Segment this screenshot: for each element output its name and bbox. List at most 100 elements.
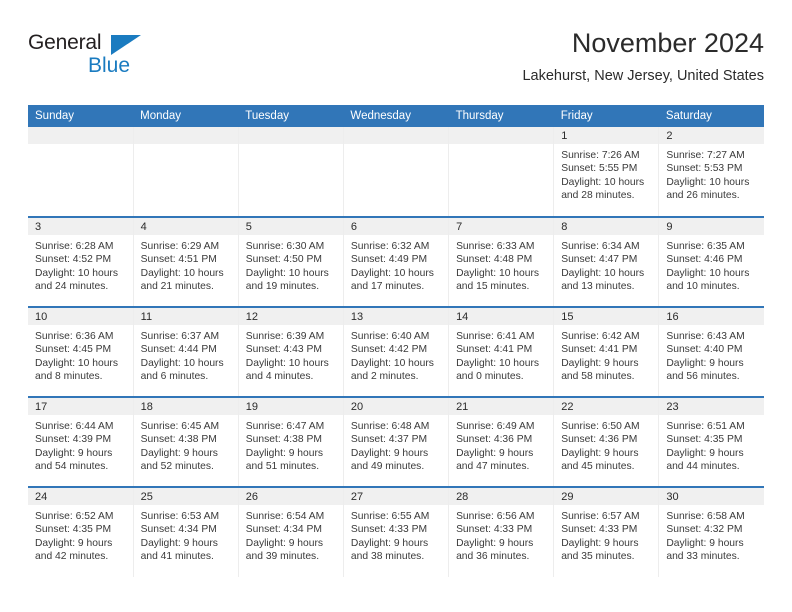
calendar-day-cell[interactable]: 20 Sunrise: 6:48 AM Sunset: 4:37 PM Dayligh… bbox=[342, 396, 449, 487]
daylight-text-line2: and 24 minutes. bbox=[35, 281, 109, 293]
day-details: Sunrise: 6:52 AM Sunset: 4:35 PM Daylight:… bbox=[28, 505, 133, 564]
daylight-text-line1: Daylight: 9 hours bbox=[561, 537, 639, 549]
sunrise-text: Sunrise: 6:39 AM bbox=[245, 331, 325, 342]
day-number: 13 bbox=[343, 308, 449, 325]
day-details: Sunrise: 6:51 AM Sunset: 4:35 PM Daylight:… bbox=[659, 415, 764, 474]
daylight-text-line2: and 21 minutes. bbox=[140, 281, 214, 293]
general-blue-logo[interactable]: General Blue bbox=[28, 32, 158, 86]
daylight-text-line1: Daylight: 10 hours bbox=[140, 357, 224, 369]
sunrise-text: Sunrise: 7:27 AM bbox=[666, 150, 745, 161]
sunset-text: Sunset: 4:41 PM bbox=[561, 344, 638, 356]
sunrise-text: Sunrise: 7:26 AM bbox=[561, 150, 640, 161]
calendar-day-cell-empty bbox=[237, 127, 344, 217]
sunrise-text: Sunrise: 6:52 AM bbox=[35, 511, 114, 522]
calendar-day-cell[interactable]: 27 Sunrise: 6:55 AM Sunset: 4:33 PM Dayligh… bbox=[342, 486, 449, 577]
day-number: 14 bbox=[449, 308, 554, 325]
sunrise-text: Sunrise: 6:51 AM bbox=[666, 421, 745, 432]
sunrise-text: Sunrise: 6:42 AM bbox=[561, 331, 640, 342]
calendar-day-cell[interactable]: 17 Sunrise: 6:44 AM Sunset: 4:39 PM Dayligh… bbox=[28, 396, 134, 487]
sunrise-text: Sunrise: 6:28 AM bbox=[35, 241, 114, 252]
daylight-text-line2: and 45 minutes. bbox=[561, 461, 635, 473]
calendar-day-cell[interactable]: 22 Sunrise: 6:50 AM Sunset: 4:36 PM Dayligh… bbox=[553, 396, 659, 487]
calendar-day-cell[interactable]: 18 Sunrise: 6:45 AM Sunset: 4:38 PM Dayligh… bbox=[132, 396, 239, 487]
sunset-text: Sunset: 4:33 PM bbox=[456, 524, 533, 536]
daylight-text-line2: and 8 minutes. bbox=[35, 371, 103, 383]
day-number: 3 bbox=[28, 218, 133, 235]
sunset-text: Sunset: 4:33 PM bbox=[561, 524, 638, 536]
calendar-day-cell[interactable]: 4 Sunrise: 6:29 AM Sunset: 4:51 PM Daylight… bbox=[132, 216, 239, 307]
daylight-text-line2: and 54 minutes. bbox=[35, 461, 109, 473]
calendar-day-cell[interactable]: 9 Sunrise: 6:35 AM Sunset: 4:46 PM Daylight… bbox=[658, 216, 764, 307]
sunset-text: Sunset: 4:36 PM bbox=[561, 434, 638, 446]
sunset-text: Sunset: 4:44 PM bbox=[140, 344, 217, 356]
calendar-day-cell[interactable]: 1 Sunrise: 7:26 AM Sunset: 5:55 PM Daylight… bbox=[553, 127, 659, 217]
day-number: 1 bbox=[554, 127, 659, 144]
daylight-text-line1: Daylight: 9 hours bbox=[561, 357, 639, 369]
calendar-day-cell[interactable]: 19 Sunrise: 6:47 AM Sunset: 4:38 PM Dayligh… bbox=[237, 396, 344, 487]
calendar-day-cell[interactable]: 7 Sunrise: 6:33 AM Sunset: 4:48 PM Daylight… bbox=[448, 216, 554, 307]
day-details: Sunrise: 6:50 AM Sunset: 4:36 PM Daylight:… bbox=[554, 415, 658, 474]
sunset-text: Sunset: 4:36 PM bbox=[456, 434, 533, 446]
calendar-day-cell[interactable]: 14 Sunrise: 6:41 AM Sunset: 4:41 PM Dayligh… bbox=[448, 306, 554, 397]
daylight-text-line1: Daylight: 10 hours bbox=[245, 267, 329, 279]
sunset-text: Sunset: 4:49 PM bbox=[350, 254, 428, 266]
sunset-text: Sunset: 4:38 PM bbox=[140, 434, 217, 446]
calendar-day-cell[interactable]: 29 Sunrise: 6:57 AM Sunset: 4:33 PM Dayligh… bbox=[553, 486, 659, 577]
sunrise-text: Sunrise: 6:32 AM bbox=[350, 241, 430, 252]
calendar-week-row: 24 Sunrise: 6:52 AM Sunset: 4:35 PM Dayligh… bbox=[28, 486, 764, 577]
calendar-day-cell[interactable]: 30 Sunrise: 6:58 AM Sunset: 4:32 PM Dayligh… bbox=[658, 486, 764, 577]
daylight-text-line1: Daylight: 9 hours bbox=[35, 447, 113, 459]
calendar-day-cell[interactable]: 23 Sunrise: 6:51 AM Sunset: 4:35 PM Dayligh… bbox=[658, 396, 764, 487]
daylight-text-line1: Daylight: 9 hours bbox=[666, 537, 744, 549]
daylight-text-line2: and 35 minutes. bbox=[561, 551, 635, 563]
calendar-day-cell[interactable]: 15 Sunrise: 6:42 AM Sunset: 4:41 PM Dayligh… bbox=[553, 306, 659, 397]
calendar-day-cell[interactable]: 3 Sunrise: 6:28 AM Sunset: 4:52 PM Daylight… bbox=[28, 216, 134, 307]
sunrise-text: Sunrise: 6:44 AM bbox=[35, 421, 114, 432]
day-number: 19 bbox=[238, 398, 343, 415]
calendar-day-cell[interactable]: 28 Sunrise: 6:56 AM Sunset: 4:33 PM Dayligh… bbox=[448, 486, 554, 577]
calendar-day-cell[interactable]: 10 Sunrise: 6:36 AM Sunset: 4:45 PM Dayligh… bbox=[28, 306, 134, 397]
day-number bbox=[238, 127, 343, 144]
calendar-day-cell[interactable]: 5 Sunrise: 6:30 AM Sunset: 4:50 PM Daylight… bbox=[237, 216, 344, 307]
calendar-day-cell[interactable]: 16 Sunrise: 6:43 AM Sunset: 4:40 PM Dayligh… bbox=[658, 306, 764, 397]
day-number: 18 bbox=[133, 398, 238, 415]
calendar-day-cell[interactable]: 12 Sunrise: 6:39 AM Sunset: 4:43 PM Dayligh… bbox=[237, 306, 344, 397]
calendar-day-cell[interactable]: 13 Sunrise: 6:40 AM Sunset: 4:42 PM Dayligh… bbox=[342, 306, 449, 397]
sunset-text: Sunset: 4:41 PM bbox=[456, 344, 533, 356]
daylight-text-line1: Daylight: 10 hours bbox=[456, 357, 540, 369]
calendar-day-cell[interactable]: 2 Sunrise: 7:27 AM Sunset: 5:53 PM Daylight… bbox=[658, 127, 764, 217]
sunrise-text: Sunrise: 6:30 AM bbox=[245, 241, 325, 252]
calendar-page: General Blue November 2024 Lakehurst, Ne… bbox=[0, 0, 792, 612]
calendar-day-cell[interactable]: 26 Sunrise: 6:54 AM Sunset: 4:34 PM Dayligh… bbox=[237, 486, 344, 577]
day-details: Sunrise: 6:29 AM Sunset: 4:51 PM Daylight:… bbox=[134, 235, 238, 294]
sunrise-text: Sunrise: 6:37 AM bbox=[140, 331, 220, 342]
calendar-day-cell[interactable]: 8 Sunrise: 6:34 AM Sunset: 4:47 PM Daylight… bbox=[553, 216, 659, 307]
daylight-text-line2: and 6 minutes. bbox=[140, 371, 209, 383]
calendar-day-cell[interactable]: 21 Sunrise: 6:49 AM Sunset: 4:36 PM Dayligh… bbox=[448, 396, 554, 487]
calendar-day-cell[interactable]: 6 Sunrise: 6:32 AM Sunset: 4:49 PM Daylight… bbox=[342, 216, 449, 307]
calendar-day-cell-empty bbox=[448, 127, 554, 217]
sunset-text: Sunset: 4:38 PM bbox=[245, 434, 322, 446]
daylight-text-line1: Daylight: 9 hours bbox=[350, 537, 429, 549]
calendar-day-cell[interactable]: 11 Sunrise: 6:37 AM Sunset: 4:44 PM Dayligh… bbox=[132, 306, 239, 397]
sunrise-text: Sunrise: 6:29 AM bbox=[140, 241, 220, 252]
daylight-text-line2: and 2 minutes. bbox=[350, 371, 419, 383]
calendar-day-cell[interactable]: 24 Sunrise: 6:52 AM Sunset: 4:35 PM Dayligh… bbox=[28, 486, 134, 577]
calendar-day-cell[interactable]: 25 Sunrise: 6:53 AM Sunset: 4:34 PM Dayligh… bbox=[132, 486, 239, 577]
daylight-text-line2: and 10 minutes. bbox=[666, 281, 740, 293]
daylight-text-line2: and 51 minutes. bbox=[245, 461, 320, 473]
day-number: 21 bbox=[449, 398, 554, 415]
logo-text-blue: Blue bbox=[88, 54, 131, 77]
calendar-head: Sunday Monday Tuesday Wednesday Thursday… bbox=[28, 105, 764, 127]
day-details: Sunrise: 6:42 AM Sunset: 4:41 PM Daylight:… bbox=[554, 325, 658, 384]
day-details: Sunrise: 7:26 AM Sunset: 5:55 PM Daylight:… bbox=[554, 144, 658, 203]
day-details: Sunrise: 6:41 AM Sunset: 4:41 PM Daylight:… bbox=[449, 325, 553, 384]
sunset-text: Sunset: 4:52 PM bbox=[35, 254, 112, 266]
daylight-text-line2: and 39 minutes. bbox=[245, 551, 320, 563]
weekday-header-thursday: Thursday bbox=[448, 105, 554, 127]
weekday-header-sunday: Sunday bbox=[28, 105, 134, 127]
day-number bbox=[449, 127, 554, 144]
daylight-text-line1: Daylight: 9 hours bbox=[140, 447, 218, 459]
day-details: Sunrise: 6:56 AM Sunset: 4:33 PM Daylight:… bbox=[449, 505, 553, 564]
daylight-text-line2: and 58 minutes. bbox=[561, 371, 635, 383]
